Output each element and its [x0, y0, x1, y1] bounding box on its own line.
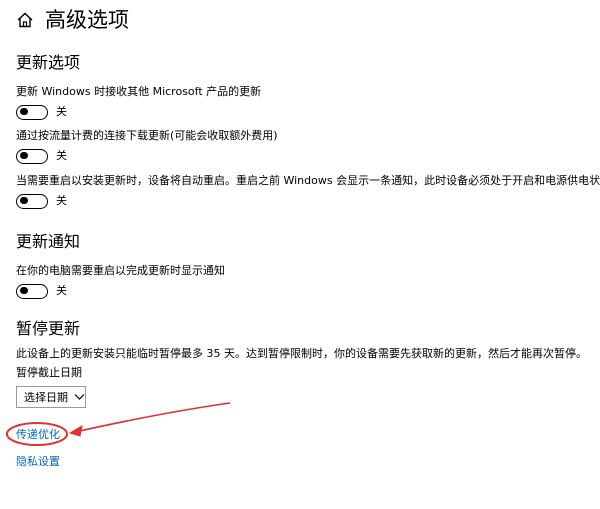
- pause-date-label: 暂停截止日期: [16, 366, 82, 379]
- toggle-state-label: 关: [56, 194, 67, 207]
- home-icon[interactable]: [15, 10, 35, 30]
- pause-date-select[interactable]: 选择日期: [16, 386, 86, 408]
- toggle-state-label: 关: [56, 105, 67, 118]
- toggle-switch[interactable]: [16, 193, 48, 209]
- toggle-knob: [20, 151, 28, 160]
- toggle-auto-restart[interactable]: 关: [16, 193, 67, 209]
- annotation-overlay: [6, 402, 231, 446]
- toggle-switch[interactable]: [16, 148, 48, 164]
- toggle-switch[interactable]: [16, 104, 48, 120]
- toggle-state-label: 关: [56, 149, 67, 162]
- delivery-optimization-link[interactable]: 传递优化: [16, 427, 60, 443]
- option-description-other-products: 更新 Windows 时接收其他 Microsoft 产品的更新: [16, 85, 262, 98]
- toggle-knob: [20, 286, 28, 295]
- chevron-down-icon: [74, 394, 85, 400]
- annotation-arrowhead: [68, 425, 83, 437]
- option-description-metered: 通过按流量计费的连接下载更新(可能会收取额外费用): [16, 129, 278, 142]
- pause-date-select-value: 选择日期: [24, 391, 68, 404]
- privacy-settings-link[interactable]: 隐私设置: [16, 454, 60, 470]
- toggle-state-label: 关: [56, 284, 67, 297]
- section-title-update-options: 更新选项: [16, 53, 81, 72]
- option-description-restart-notification: 在你的电脑需要重启以完成更新时显示通知: [16, 264, 225, 277]
- toggle-metered-connection[interactable]: 关: [16, 148, 67, 164]
- pause-description: 此设备上的更新安装只能临时暂停最多 35 天。达到暂停限制时，你的设备需要先获取…: [16, 347, 587, 360]
- toggle-switch[interactable]: [16, 283, 48, 299]
- section-title-update-notifications: 更新通知: [16, 232, 81, 251]
- option-description-auto-restart: 当需要重启以安装更新时，设备将自动重启。重启之前 Windows 会显示一条通知…: [16, 174, 600, 187]
- toggle-other-products[interactable]: 关: [16, 104, 67, 120]
- page-title: 高级选项: [45, 8, 129, 32]
- toggle-restart-notification[interactable]: 关: [16, 283, 67, 299]
- section-title-pause-updates: 暂停更新: [16, 319, 81, 338]
- annotation-arrow-shaft: [74, 402, 231, 433]
- toggle-knob: [20, 196, 28, 205]
- toggle-knob: [20, 107, 28, 116]
